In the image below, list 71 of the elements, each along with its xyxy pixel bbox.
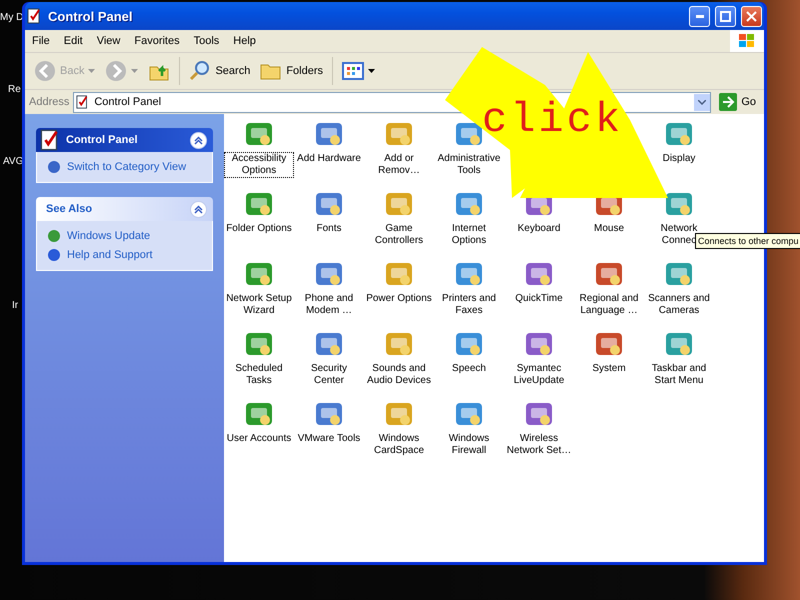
search-icon	[189, 60, 212, 82]
caret-icon	[88, 69, 96, 73]
desktop-icon-label[interactable]: AVG	[3, 156, 24, 167]
chevron-up-icon	[194, 136, 203, 144]
item-label[interactable]: Internet Options	[434, 222, 504, 248]
item-label[interactable]: Game Controllers	[364, 222, 434, 248]
window-title: Control Panel	[48, 8, 134, 24]
item-label[interactable]: Power Options	[364, 292, 434, 306]
menu-item[interactable]: Tools	[186, 35, 226, 47]
item-label[interactable]: Scheduled Tasks	[224, 362, 294, 388]
minimize-icon	[696, 14, 704, 18]
address-label: Address	[29, 96, 70, 108]
windows-flag-icon	[730, 30, 764, 52]
item-label[interactable]: System	[590, 362, 628, 376]
item-label[interactable]: Wireless Network Set…	[504, 432, 574, 458]
menu-item[interactable]: Help	[226, 35, 263, 47]
close-icon	[746, 10, 757, 22]
link-icon	[47, 160, 61, 174]
search-button[interactable]: Search	[186, 58, 254, 84]
item-label[interactable]: Display	[660, 152, 698, 166]
collapse-button[interactable]	[190, 132, 207, 148]
menu-item[interactable]: File	[25, 35, 57, 47]
item-label[interactable]: VMware Tools	[296, 432, 362, 446]
go-button[interactable]: Go	[715, 93, 760, 111]
chevron-up-icon	[194, 204, 203, 214]
desktop-icon-label[interactable]: Re	[8, 84, 21, 95]
item-label[interactable]: QuickTime	[513, 292, 565, 306]
link-icon	[47, 229, 61, 243]
close-button[interactable]	[741, 6, 762, 26]
item-label[interactable]: Phone and Modem …	[294, 292, 364, 318]
item-label[interactable]: Speech	[450, 362, 488, 376]
menu-item[interactable]: View	[90, 35, 128, 47]
item-label[interactable]: Security Center	[294, 362, 364, 388]
chevron-down-icon	[698, 100, 706, 104]
caret-icon	[368, 69, 376, 73]
item-label[interactable]: Add Hardware	[295, 152, 363, 166]
item-label[interactable]: User Accounts	[224, 432, 294, 446]
views-icon	[342, 62, 364, 80]
item-label[interactable]: Mouse	[592, 222, 626, 236]
item-label[interactable]: Sounds and Audio Devices	[364, 362, 434, 388]
caret-icon	[131, 69, 138, 73]
item-label[interactable]: Fonts	[314, 222, 344, 236]
item-label[interactable]: Regional and Language …	[574, 292, 644, 318]
link-icon	[47, 248, 61, 262]
menu-item[interactable]: Favorites	[127, 35, 187, 47]
folders-button[interactable]: Folders	[257, 59, 326, 83]
panel-title: See Also	[46, 203, 94, 215]
item-label[interactable]: Taskbar and Start Menu	[644, 362, 714, 388]
go-arrow-icon	[719, 93, 738, 111]
item-label[interactable]: Windows Firewall	[434, 432, 504, 458]
item-label[interactable]: Network Setup Wizard	[224, 292, 294, 318]
item-label[interactable]: Symantec LiveUpdate	[504, 362, 574, 388]
item-label[interactable]: Add or Remov…	[364, 152, 434, 178]
minimize-button[interactable]	[689, 6, 710, 26]
item-label[interactable]: Scanners and Cameras	[644, 292, 714, 318]
item-label[interactable]: Windows CardSpace	[364, 432, 434, 458]
item-label[interactable]: Keyboard	[516, 222, 562, 236]
dropdown-button[interactable]	[694, 94, 710, 110]
task-link[interactable]: Windows Update	[47, 229, 202, 243]
item-label[interactable]: Administrative Tools	[434, 152, 504, 178]
collapse-button[interactable]	[190, 200, 207, 218]
item-label[interactable]: Printers and Faxes	[434, 292, 504, 318]
task-link[interactable]: Help and Support	[47, 248, 202, 262]
maximize-button[interactable]	[715, 6, 736, 26]
item-label[interactable]: Folder Options	[224, 222, 294, 236]
menu-item[interactable]: Edit	[56, 35, 90, 47]
item-label[interactable]: Accessibility Options	[224, 152, 294, 178]
tooltip: Connects to other compu	[695, 233, 800, 249]
panel-title: Control Panel	[66, 134, 139, 146]
maximize-icon	[720, 10, 731, 22]
desktop-icon-label[interactable]: Ir	[12, 300, 18, 311]
